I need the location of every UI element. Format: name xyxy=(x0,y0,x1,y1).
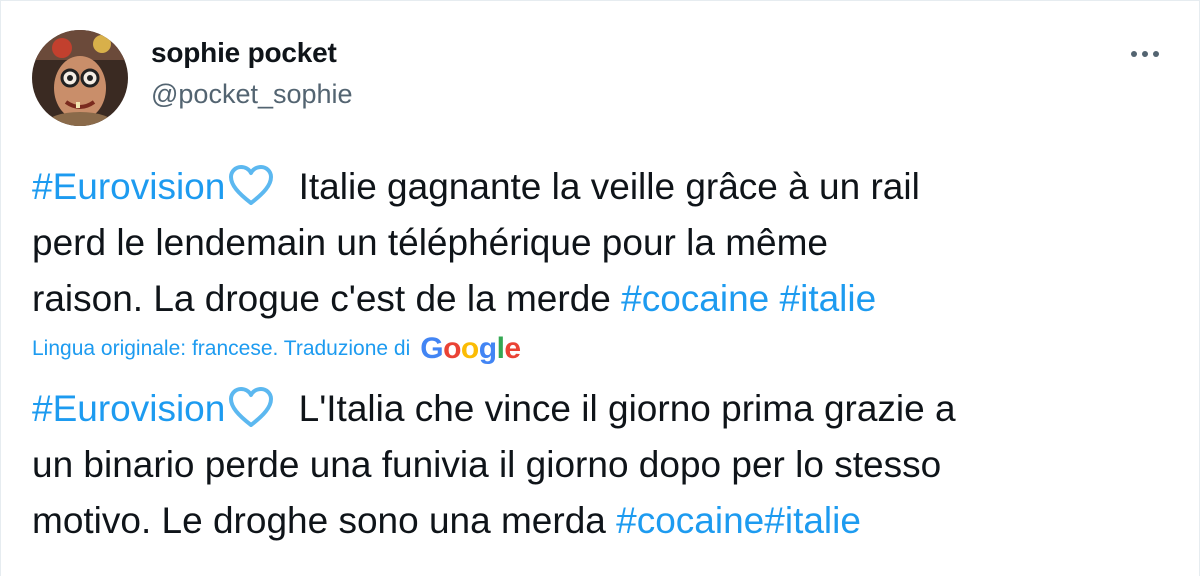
more-options-button[interactable] xyxy=(1123,39,1167,69)
tweet-line: perd le lendemain un téléphérique pour l… xyxy=(32,222,829,263)
hashtag-link[interactable]: #cocaine#italie xyxy=(616,500,861,541)
hashtag-link[interactable]: #cocaine xyxy=(621,278,769,319)
translation-note-text: Lingua originale: francese. Traduzione d… xyxy=(32,337,411,360)
light-blue-heart-icon xyxy=(229,387,274,427)
tweet-card: sophie pocket @pocket_sophie #Eurovision… xyxy=(0,0,1200,576)
translation-attribution[interactable]: Lingua originale: francese. Traduzione d… xyxy=(32,334,521,364)
tweet-line: #Eurovision L'Italia che vince il giorno… xyxy=(32,381,1172,437)
hashtag-link[interactable]: #Eurovision xyxy=(32,166,225,207)
hashtag-link[interactable]: #Eurovision xyxy=(32,388,225,429)
tweet-line: raison. La drogue c'est de la merde #coc… xyxy=(32,271,1172,327)
author-name[interactable]: sophie pocket xyxy=(151,37,337,69)
tweet-text-segment: raison. La drogue c'est de la merde xyxy=(32,278,622,319)
tweet-text-translated: #Eurovision L'Italia che vince il giorno… xyxy=(32,381,1172,549)
light-blue-heart-icon xyxy=(229,165,274,205)
tweet-line: un binario perde una funivia il giorno d… xyxy=(32,444,942,485)
more-horizontal-icon xyxy=(1131,51,1159,57)
avatar[interactable] xyxy=(32,30,128,126)
hashtag-link[interactable]: #italie xyxy=(780,278,877,319)
tweet-line: #Eurovision Italie gagnante la veille gr… xyxy=(32,159,1172,215)
tweet-text-original: #Eurovision Italie gagnante la veille gr… xyxy=(32,159,1172,327)
tweet-text-segment: Italie gagnante la veille grâce à un rai… xyxy=(288,166,920,207)
author-handle[interactable]: @pocket_sophie xyxy=(151,79,353,110)
tweet-text-segment: motivo. Le droghe sono una merda xyxy=(32,500,617,541)
tweet-line: motivo. Le droghe sono una merda #cocain… xyxy=(32,493,1172,549)
tweet-text-segment: L'Italia che vince il giorno prima grazi… xyxy=(288,388,956,429)
google-logo: Google xyxy=(420,332,521,365)
avatar-image xyxy=(32,30,128,126)
